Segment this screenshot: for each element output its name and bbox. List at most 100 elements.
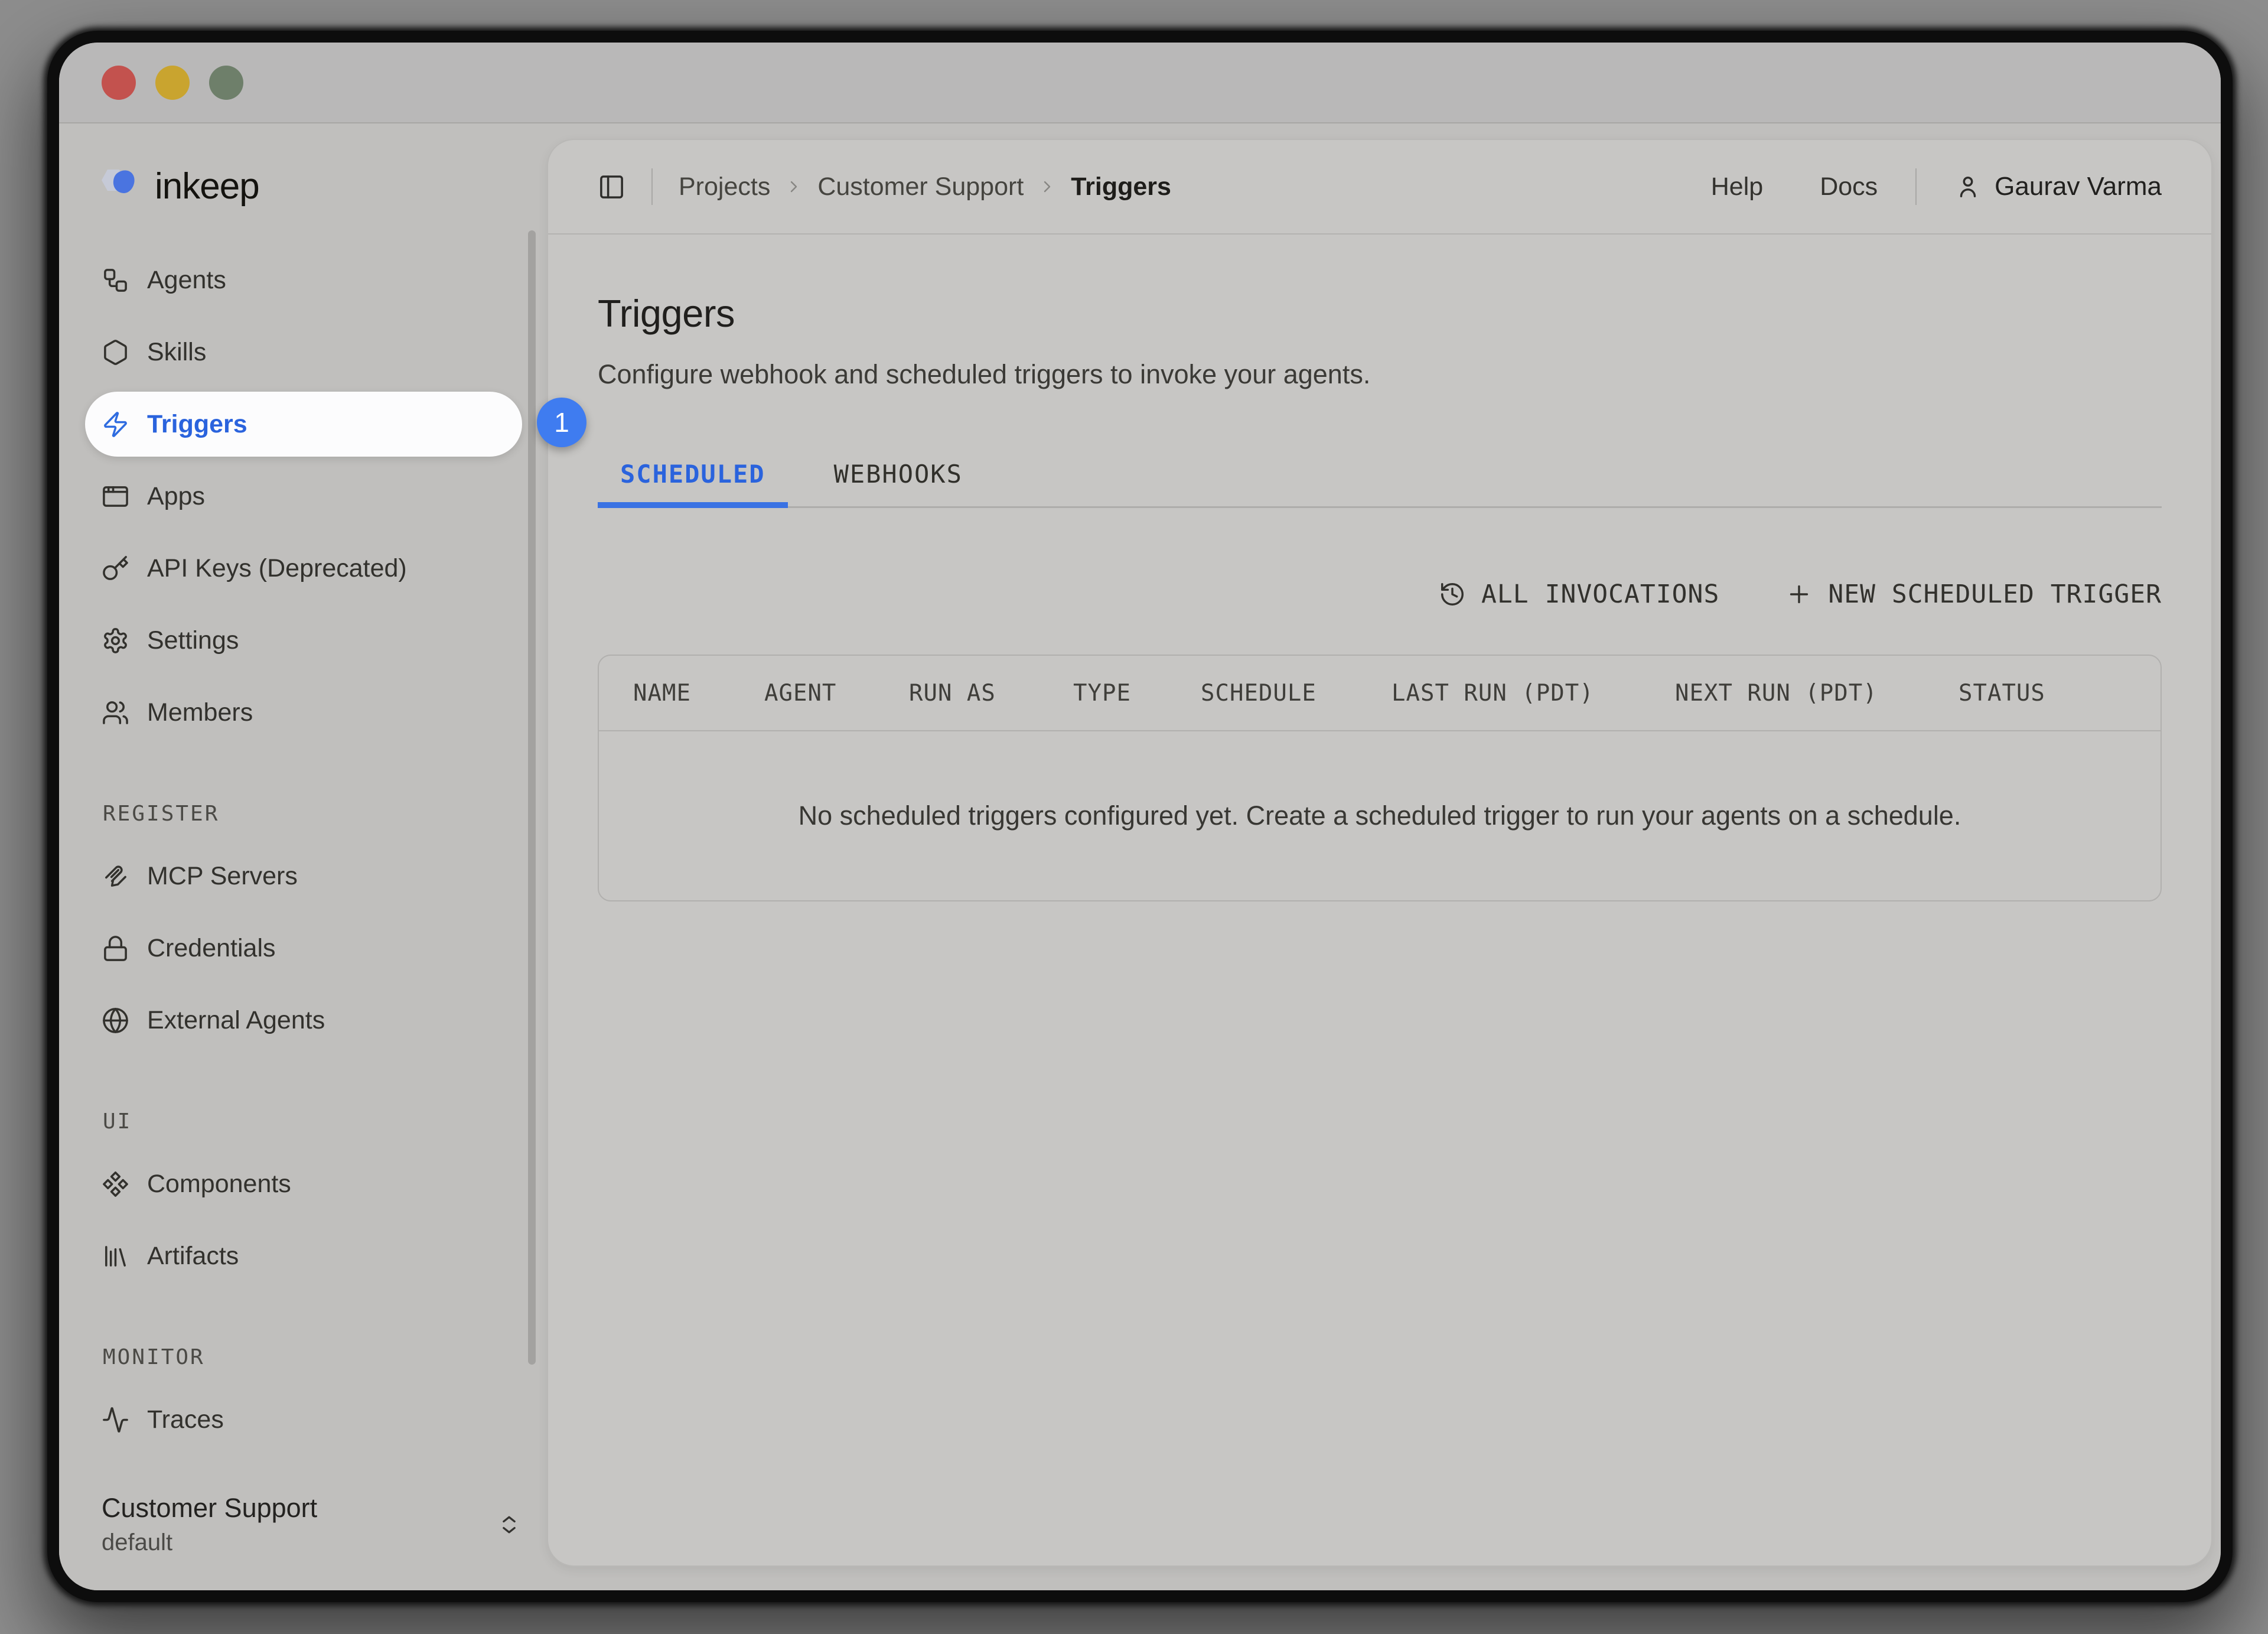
zoom-window-button[interactable] (209, 66, 243, 100)
table-empty-state: No scheduled triggers configured yet. Cr… (599, 731, 2161, 900)
column-header-schedule: SCHEDULE (1201, 680, 1392, 707)
header-divider (1915, 168, 1917, 205)
table-actions: ALL INVOCATIONS NEW SCHEDULED TRIGGER (598, 567, 2162, 621)
user-icon (1954, 173, 1982, 200)
sidebar-item-traces[interactable]: Traces (85, 1387, 522, 1452)
sidebar-item-credentials[interactable]: Credentials (85, 916, 522, 981)
annotation-step-badge: 1 (537, 398, 586, 447)
lock-icon (102, 935, 129, 962)
inkeep-logo: inkeep (93, 161, 547, 211)
app-window: inkeep Agents Skills Triggers Apps (59, 43, 2221, 1590)
breadcrumb-triggers: Triggers (1071, 172, 1171, 201)
page-description: Configure webhook and scheduled triggers… (598, 359, 2162, 390)
main-content: Triggers Configure webhook and scheduled… (548, 235, 2211, 1565)
library-icon (102, 1242, 129, 1270)
empty-state-message: No scheduled triggers configured yet. Cr… (799, 800, 1961, 831)
plus-icon (1785, 581, 1813, 608)
table-header-row: NAME AGENT RUN AS TYPE SCHEDULE LAST RUN… (599, 656, 2161, 731)
workflow-icon (102, 266, 129, 294)
close-window-button[interactable] (102, 66, 136, 100)
trigger-tabs: SCHEDULED WEBHOOKS (598, 460, 2162, 508)
column-header-agent: AGENT (764, 680, 909, 707)
mcp-icon (102, 862, 129, 890)
breadcrumb: Projects Customer Support Triggers (651, 168, 1171, 205)
sidebar-toggle-button[interactable] (598, 173, 625, 201)
user-menu[interactable]: Gaurav Varma (1954, 172, 2162, 201)
sidebar-item-label: Credentials (147, 934, 276, 963)
panel-left-icon (598, 173, 625, 201)
hexagon-icon (102, 338, 129, 366)
sidebar-item-label: Traces (147, 1405, 224, 1434)
brand-wordmark: inkeep (155, 165, 259, 207)
sidebar-item-label: Components (147, 1170, 291, 1199)
workspace-environment: default (102, 1529, 317, 1556)
sidebar-item-label: MCP Servers (147, 862, 298, 891)
sidebar-item-label: Triggers (147, 410, 247, 439)
tab-scheduled[interactable]: SCHEDULED (598, 460, 788, 506)
main-panel: Projects Customer Support Triggers Help … (547, 139, 2212, 1567)
sidebar-item-label: Settings (147, 626, 239, 655)
sidebar-item-members[interactable]: Members (85, 680, 522, 745)
sidebar-item-mcp-servers[interactable]: MCP Servers (85, 844, 522, 909)
header-actions: Help Docs Gaurav Varma (1711, 168, 2162, 205)
sidebar-item-artifacts[interactable]: Artifacts (85, 1223, 522, 1288)
column-header-last-run: LAST RUN (PDT) (1392, 680, 1675, 707)
docs-link[interactable]: Docs (1820, 172, 1878, 201)
all-invocations-label: ALL INVOCATIONS (1481, 580, 1719, 609)
sidebar-item-agents[interactable]: Agents (85, 248, 522, 313)
sidebar-item-label: Apps (147, 482, 205, 511)
new-scheduled-trigger-label: NEW SCHEDULED TRIGGER (1828, 580, 2162, 609)
chevron-right-icon (1038, 177, 1057, 196)
chevron-right-icon (784, 177, 803, 196)
main-header: Projects Customer Support Triggers Help … (548, 140, 2211, 235)
sidebar-section-ui: UI (103, 1109, 547, 1134)
history-icon (1439, 581, 1466, 608)
app-window-icon (102, 483, 129, 510)
minimize-window-button[interactable] (155, 66, 190, 100)
sidebar-item-label: External Agents (147, 1006, 325, 1035)
sidebar-item-external-agents[interactable]: External Agents (85, 988, 522, 1053)
components-icon (102, 1170, 129, 1198)
key-icon (102, 555, 129, 582)
sidebar-item-label: Members (147, 698, 253, 727)
new-scheduled-trigger-button[interactable]: NEW SCHEDULED TRIGGER (1785, 580, 2162, 609)
app-body: inkeep Agents Skills Triggers Apps (59, 123, 2221, 1590)
users-icon (102, 699, 129, 727)
header-divider (651, 168, 653, 205)
column-header-type: TYPE (1073, 680, 1201, 707)
sidebar: inkeep Agents Skills Triggers Apps (59, 123, 547, 1590)
sidebar-section-monitor: MONITOR (103, 1345, 547, 1369)
sidebar-item-apps[interactable]: Apps (85, 464, 522, 529)
sidebar-item-label: Skills (147, 338, 206, 367)
sidebar-item-skills[interactable]: Skills (85, 320, 522, 385)
user-name: Gaurav Varma (1995, 172, 2162, 201)
column-header-status: STATUS (1959, 680, 2161, 707)
column-header-name: NAME (633, 680, 764, 707)
help-link[interactable]: Help (1711, 172, 1763, 201)
window-titlebar (59, 43, 2221, 123)
zap-icon (102, 411, 129, 438)
sidebar-item-components[interactable]: Components (85, 1151, 522, 1216)
sidebar-item-label: Agents (147, 266, 226, 295)
tab-webhooks[interactable]: WEBHOOKS (812, 460, 985, 506)
sidebar-section-register: REGISTER (103, 802, 547, 826)
scheduled-triggers-table: NAME AGENT RUN AS TYPE SCHEDULE LAST RUN… (598, 655, 2162, 901)
breadcrumb-projects[interactable]: Projects (679, 172, 770, 201)
chevrons-up-down-icon (496, 1512, 522, 1538)
sidebar-item-label: Artifacts (147, 1242, 239, 1271)
sidebar-item-label: API Keys (Deprecated) (147, 554, 407, 583)
inkeep-logo-icon (93, 162, 145, 210)
sidebar-item-settings[interactable]: Settings (85, 608, 522, 673)
sidebar-nav: Agents Skills Triggers Apps API Keys (De… (85, 248, 547, 1459)
sidebar-item-api-keys[interactable]: API Keys (Deprecated) (85, 536, 522, 601)
sidebar-scrollbar[interactable] (528, 230, 536, 1365)
gear-icon (102, 627, 129, 655)
workspace-project-name: Customer Support (102, 1493, 317, 1524)
globe-icon (102, 1007, 129, 1034)
column-header-run-as: RUN AS (909, 680, 1073, 707)
all-invocations-button[interactable]: ALL INVOCATIONS (1439, 580, 1719, 609)
sidebar-item-triggers[interactable]: Triggers (85, 392, 522, 457)
workspace-switcher[interactable]: Customer Support default (102, 1493, 522, 1556)
breadcrumb-customer-support[interactable]: Customer Support (817, 172, 1024, 201)
activity-icon (102, 1406, 129, 1434)
